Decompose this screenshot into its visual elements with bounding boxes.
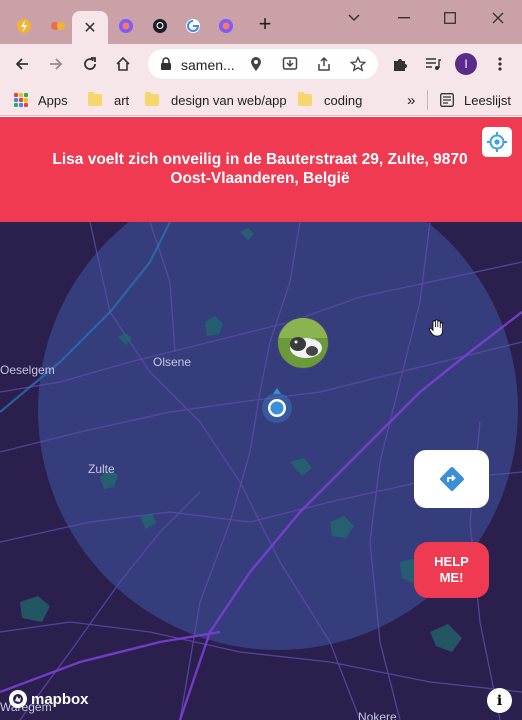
bookmarks-bar: Apps art design van web/app coding » Lee… [0,84,522,116]
mapbox-wordmark: mapbox [31,690,89,708]
figma-icon [51,22,65,30]
reading-list-button[interactable]: Leeslijst [440,90,511,110]
tab-active[interactable]: ✕ [72,11,108,44]
bookmark-folder-art[interactable]: art [88,90,129,110]
attribution-info-button[interactable]: i [487,688,512,713]
folder-icon [88,92,102,106]
help-me-button[interactable]: HELP ME! [414,542,489,598]
browser-toolbar: samen... I [0,44,522,84]
bookmark-folder-design[interactable]: design van web/app [145,90,287,110]
star-icon[interactable] [350,56,366,72]
install-icon[interactable] [282,56,298,72]
tab-4[interactable] [112,12,140,40]
browser-app-icon [219,19,233,33]
directions-icon [439,467,464,491]
mapbox-icon [9,690,27,708]
back-button[interactable] [10,52,34,76]
media-control-button[interactable] [421,52,445,76]
crosshair-icon [487,132,507,152]
alert-header: Lisa voelt zich onveilig in de Bauterstr… [0,117,522,222]
bookmark-label: coding [324,92,363,108]
github-icon [153,19,167,33]
extensions-button[interactable] [388,52,412,76]
bookmark-apps-label: Apps [38,92,68,108]
tab-1[interactable] [10,12,38,40]
dog-photo [278,318,328,368]
friend-avatar-marker[interactable] [277,317,329,369]
apps-grid-icon [14,93,28,107]
share-icon[interactable] [316,56,332,72]
forward-button[interactable] [44,52,68,76]
help-label-line-1: HELP [434,554,469,569]
browser-tab-bar: ✕ + [0,0,522,44]
profile-avatar[interactable]: I [455,53,477,75]
bookmark-folder-coding[interactable]: coding [298,90,362,110]
bookmark-label: art [114,92,130,108]
reading-list-label: Leeslijst [464,92,511,108]
bookmark-label: design van web/app [171,92,287,108]
home-button[interactable] [111,52,135,76]
minimize-icon[interactable] [394,8,414,28]
close-icon[interactable]: ✕ [83,18,96,38]
place-label-olsene: Olsene [153,355,192,369]
tab-7[interactable] [212,12,240,40]
address-bar[interactable]: samen... [148,49,378,79]
alert-message: Lisa voelt zich onveilig in de Bauterstr… [40,150,480,188]
place-label-nokere: Nokere [358,710,397,720]
arrow-right-icon [50,58,63,70]
alert-message-line-2: Oost-Vlaanderen, België [170,170,350,187]
tab-6[interactable] [179,12,207,40]
window-close-icon[interactable] [488,8,508,28]
tab-search-icon[interactable] [344,8,364,28]
kebab-menu-icon [498,57,502,71]
google-icon [186,19,200,33]
tab-2[interactable] [44,12,72,40]
user-location-marker [262,388,292,423]
browser-app-icon [119,19,133,33]
bookmark-apps[interactable]: Apps [14,90,68,110]
location-pin-icon[interactable] [250,56,262,72]
maximize-icon[interactable] [440,8,460,28]
playlist-icon [426,58,441,70]
puzzle-icon [394,59,407,71]
place-label-oeselgem: Oeselgem [0,363,55,377]
alert-message-line-1: Lisa voelt zich onveilig in de Bauterstr… [52,151,468,168]
new-tab-button[interactable]: + [254,13,276,36]
bookmarks-divider [427,90,428,110]
reload-icon [84,57,96,70]
lightning-icon [17,19,31,33]
mapbox-logo[interactable]: mapbox [8,689,89,709]
menu-button[interactable] [488,52,512,76]
address-text: samen... [181,57,235,73]
help-label-line-2: ME! [439,570,464,585]
reading-list-icon [440,93,454,107]
place-label-zulte: Zulte [88,462,115,476]
folder-icon [145,92,159,106]
hand-cursor-icon [428,319,443,337]
directions-button[interactable] [414,450,489,508]
tab-5[interactable] [146,12,174,40]
reload-button[interactable] [78,52,102,76]
lock-icon [161,57,171,70]
map-view[interactable]: Oeselgem Olsene Zulte Waregem Nokere HEL… [0,222,522,720]
bookmarks-overflow-button[interactable]: » [407,90,415,110]
folder-icon [298,92,312,106]
recenter-button[interactable] [482,127,512,157]
home-icon [116,56,130,71]
arrow-left-icon [15,58,28,70]
